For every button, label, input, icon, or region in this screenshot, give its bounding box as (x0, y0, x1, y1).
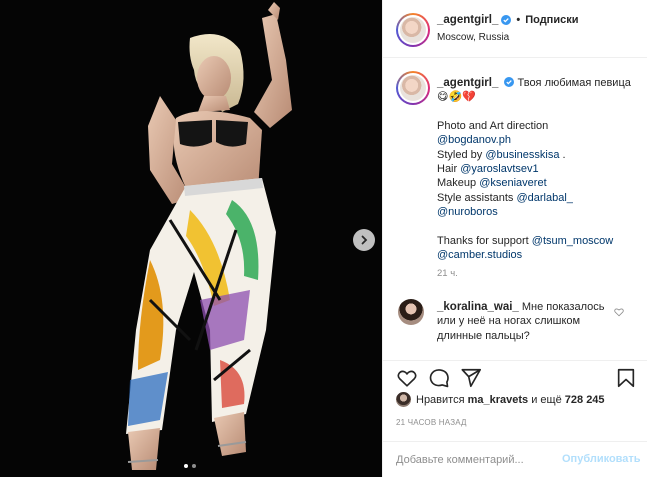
share-send-icon[interactable] (460, 367, 482, 389)
comment-bubble-icon[interactable] (428, 367, 450, 389)
caption-emoji: 😋🤣💔 (437, 91, 476, 104)
follow-separator: • (516, 14, 521, 26)
carousel-dot-2 (192, 464, 196, 468)
verified-badge-icon (504, 77, 515, 87)
comment-like-heart-icon[interactable] (614, 307, 624, 317)
likes-summary: Нравится ma_kravets и ещё 728 245 (396, 392, 605, 407)
caption-thanks: Thanks for support @tsum_moscow @camber.… (437, 234, 614, 262)
mention-link[interactable]: @darlabal_ (516, 192, 572, 204)
caption-author-avatar[interactable] (396, 71, 430, 105)
mention-link[interactable]: @bogdanov.ph (437, 134, 511, 146)
add-comment-form: Опубликовать (383, 441, 647, 477)
save-bookmark-icon[interactable] (615, 367, 637, 389)
publish-comment-button[interactable]: Опубликовать (562, 453, 641, 465)
credit-line: Style assistants @darlabal_ (437, 191, 573, 204)
post-caption: _agentgirl_ Твоя любимая певица 😋🤣💔 Phot… (437, 76, 637, 262)
instagram-post-modal: _agentgirl_ • Подписки Moscow, Russia _a… (0, 0, 647, 477)
credit-line: Hair @yaroslavtsev1 (437, 163, 539, 176)
post-time: 21 ЧАСОВ НАЗАД (396, 418, 467, 427)
credit-line: Makeup @kseniaveret (437, 177, 547, 190)
commenter-avatar[interactable] (398, 299, 424, 325)
carousel-next-button[interactable] (353, 229, 375, 251)
caption-timestamp: 21 ч. (437, 268, 458, 279)
author-username[interactable]: _agentgirl_ (437, 14, 498, 26)
mention-link[interactable]: @businesskisa (485, 149, 559, 161)
post-photo[interactable] (0, 0, 382, 477)
credit-line: @bogdanov.ph (437, 133, 637, 147)
post-actions-bar (383, 360, 647, 390)
chevron-right-icon (361, 235, 368, 245)
mention-link[interactable]: @kseniaveret (479, 177, 546, 189)
post-header: _agentgirl_ • Подписки Moscow, Russia (383, 0, 647, 58)
credit-line: @nuroboros (437, 205, 637, 219)
comment-input[interactable] (396, 452, 556, 468)
comment-body: _koralina_wai_ Мне показалось или у неё … (437, 300, 617, 343)
caption-credits: Photo and Art direction @bogdanov.ph Sty… (437, 119, 637, 220)
mention-link[interactable]: @camber.studios (437, 249, 522, 261)
author-avatar[interactable] (396, 13, 430, 47)
carousel-dot-1 (184, 464, 188, 468)
liker-avatar[interactable] (396, 392, 411, 407)
mention-link[interactable]: @yaroslavtsev1 (460, 163, 538, 175)
caption-lead: _agentgirl_ Твоя любимая певица 😋🤣💔 (437, 76, 637, 105)
post-side-panel: _agentgirl_ • Подписки Moscow, Russia _a… (382, 0, 647, 477)
credit-line: Photo and Art direction (437, 119, 549, 132)
caption-username[interactable]: _agentgirl_ (437, 77, 498, 89)
mention-link[interactable]: @nuroboros (437, 206, 498, 218)
photo-illustration (0, 0, 382, 477)
caption-lead-text: Твоя любимая певица (517, 77, 631, 89)
likes-count[interactable]: 728 245 (565, 394, 605, 406)
follow-button[interactable]: Подписки (525, 14, 578, 26)
post-location[interactable]: Moscow, Russia (437, 32, 509, 43)
carousel-indicator (184, 464, 196, 468)
credit-line: Styled by @businesskisa . (437, 148, 566, 161)
verified-badge-icon (501, 15, 512, 25)
like-heart-icon[interactable] (396, 367, 418, 389)
liker-username[interactable]: ma_kravets (468, 394, 529, 406)
mention-link[interactable]: @tsum_moscow (532, 235, 613, 247)
commenter-username[interactable]: _koralina_wai_ (437, 301, 519, 313)
